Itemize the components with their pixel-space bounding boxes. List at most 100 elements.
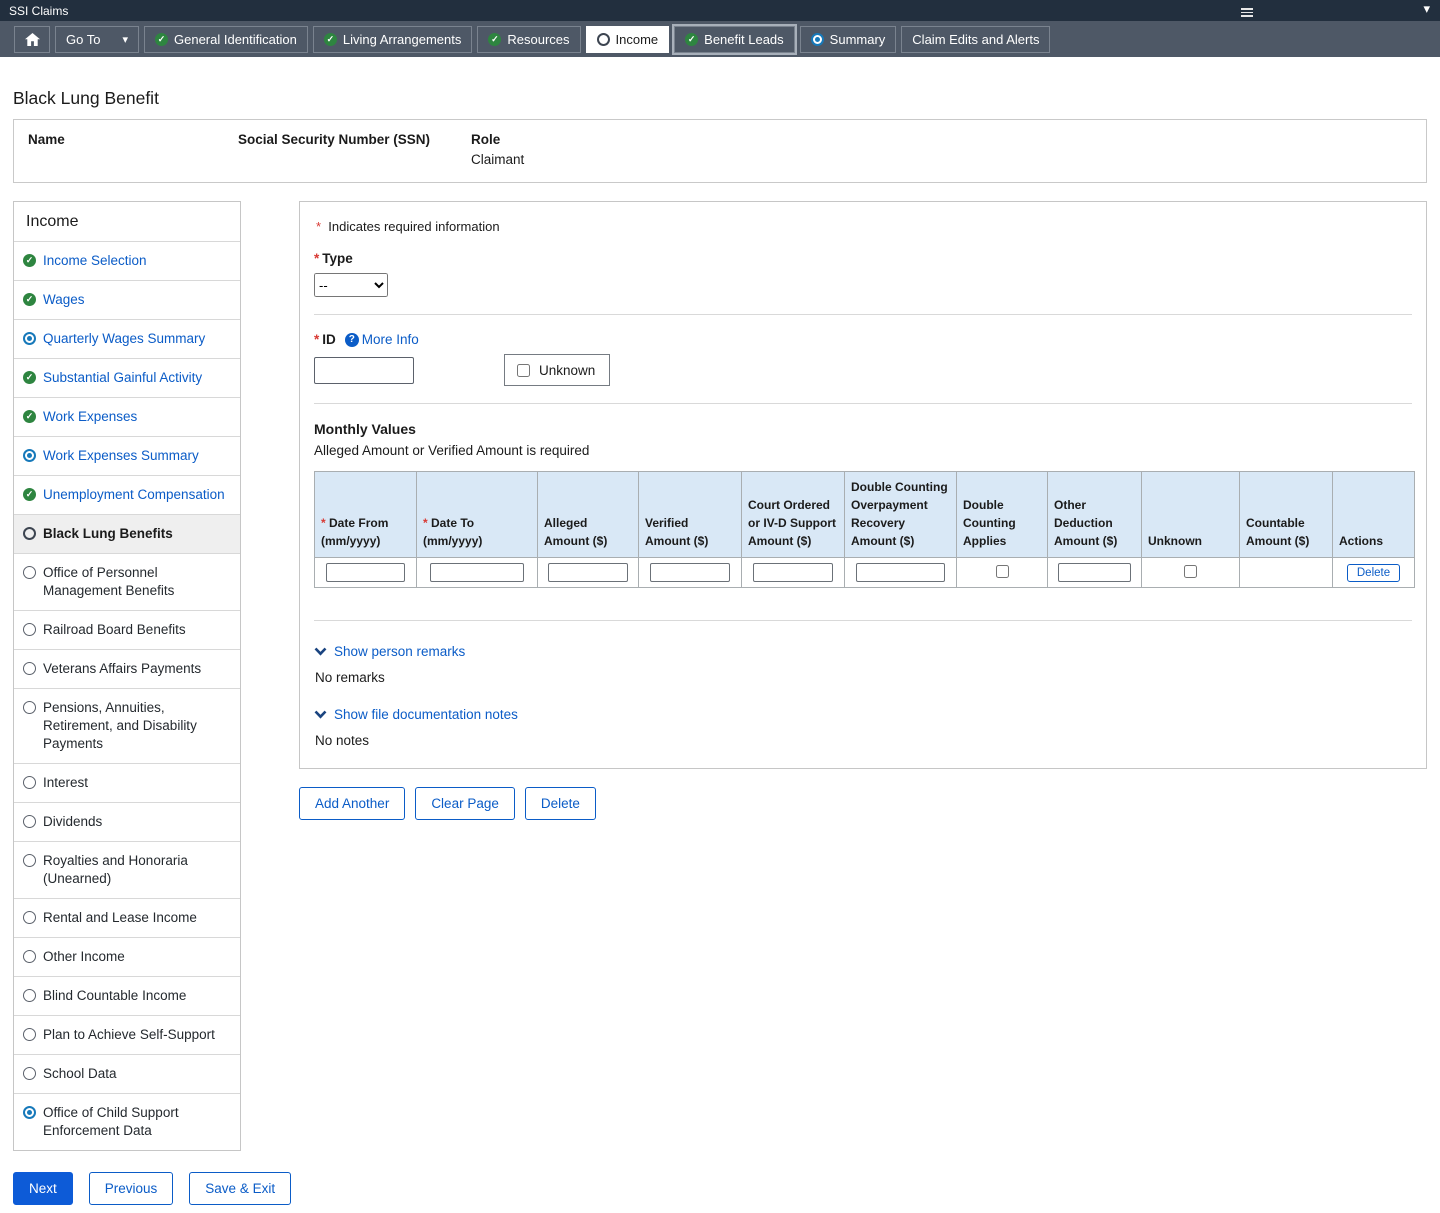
- check-circle-icon: ✓: [488, 32, 502, 46]
- sidebar-item-rental-and-lease-income[interactable]: Rental and Lease Income: [14, 898, 240, 937]
- row-delete-button[interactable]: Delete: [1346, 564, 1401, 582]
- menu-icon[interactable]: [1241, 6, 1253, 19]
- sidebar-item-school-data[interactable]: School Data: [14, 1054, 240, 1093]
- date-from-mm-yyyy-input[interactable]: [325, 563, 406, 582]
- sidebar-item-label: Pensions, Annuities, Retirement, and Dis…: [43, 700, 197, 751]
- goto-dropdown-button[interactable]: Go To ▾: [55, 25, 139, 53]
- show-file-documentation-notes-toggle[interactable]: Show file documentation notes: [314, 707, 518, 722]
- empty-circle-icon: [23, 776, 36, 789]
- sidebar-item-dividends[interactable]: Dividends: [14, 802, 240, 841]
- id-unknown-box[interactable]: Unknown: [504, 354, 611, 386]
- empty-circle-icon: [23, 815, 36, 828]
- column-header-verified-amount: Verified Amount ($): [638, 471, 742, 558]
- cell-date-from-mm-yyyy: [314, 557, 417, 588]
- cell-date-to-mm-yyyy: [416, 557, 538, 588]
- nav-tab-living-arrangements[interactable]: ✓ Living Arrangements: [312, 25, 473, 53]
- next-button[interactable]: Next: [13, 1172, 73, 1205]
- monthly-values-subtitle: Alleged Amount or Verified Amount is req…: [314, 443, 590, 458]
- target-circle-icon: [810, 32, 824, 46]
- monthly-values-table: * Date From (mm/yyyy) * Date To (mm/yyyy)…: [314, 471, 1415, 588]
- empty-circle-icon: [23, 1028, 36, 1041]
- sidebar-item-veterans-affairs-payments[interactable]: Veterans Affairs Payments: [14, 649, 240, 688]
- person-role-column: Role Claimant: [471, 132, 524, 168]
- column-header-date-from-mm-yyyy: * Date From (mm/yyyy): [314, 471, 417, 558]
- divider: [314, 403, 1412, 404]
- sidebar-item-label: Veterans Affairs Payments: [43, 661, 202, 676]
- verified-amount-input[interactable]: [649, 563, 731, 582]
- sidebar-item-black-lung-benefits[interactable]: Black Lung Benefits: [14, 514, 240, 553]
- empty-circle-icon: [23, 623, 36, 636]
- ssn-value: [238, 152, 471, 168]
- titlebar-caret-down-icon[interactable]: ▾: [1423, 1, 1430, 17]
- nav-tab-summary[interactable]: Summary: [799, 25, 897, 53]
- person-ssn-column: Social Security Number (SSN): [238, 132, 471, 168]
- id-input[interactable]: [314, 356, 414, 384]
- sidebar-item-interest[interactable]: Interest: [14, 763, 240, 802]
- sidebar-item-pensions-annuities-retirement-and-disability-payments[interactable]: Pensions, Annuities, Retirement, and Dis…: [14, 688, 240, 763]
- role-value: Claimant: [471, 152, 525, 167]
- type-label: * Type: [314, 251, 353, 266]
- sidebar-item-work-expenses-summary[interactable]: Work Expenses Summary: [14, 436, 240, 475]
- sidebar-item-plan-to-achieve-self-support[interactable]: Plan to Achieve Self-Support: [14, 1015, 240, 1054]
- nav-tab-benefit-leads[interactable]: ✓ Benefit Leads: [674, 25, 795, 53]
- nav-tab-income[interactable]: Income: [585, 25, 670, 53]
- nav-tab-label: Summary: [829, 31, 886, 47]
- sidebar-item-unemployment-compensation[interactable]: ✓ Unemployment Compensation: [14, 475, 240, 514]
- person-summary-box: Name Social Security Number (SSN) Role C…: [13, 119, 1427, 183]
- sidebar-item-blind-countable-income[interactable]: Blind Countable Income: [14, 976, 240, 1015]
- nav-tab-resources[interactable]: ✓ Resources: [477, 25, 581, 53]
- sidebar-item-office-of-personnel-management-benefits[interactable]: Office of Personnel Management Benefits: [14, 553, 240, 610]
- required-asterisk: *: [314, 251, 320, 266]
- check-circle-icon: ✓: [23, 254, 36, 267]
- previous-button[interactable]: Previous: [88, 1172, 174, 1205]
- more-info-question-icon[interactable]: ?: [344, 332, 359, 347]
- check-circle-icon: ✓: [23, 371, 36, 384]
- nav-tab-label: Income: [615, 31, 659, 47]
- home-icon: [24, 32, 40, 46]
- sidebar-item-substantial-gainful-activity[interactable]: ✓ Substantial Gainful Activity: [14, 358, 240, 397]
- sidebar-item-work-expenses[interactable]: ✓ Work Expenses: [14, 397, 240, 436]
- monthly-values-row: Delete: [314, 557, 1415, 588]
- sidebar-item-wages[interactable]: ✓ Wages: [14, 280, 240, 319]
- other-deduction-amount-input[interactable]: [1057, 563, 1132, 582]
- cell-countable-amount: [1239, 557, 1333, 588]
- id-label: ID: [322, 332, 336, 347]
- sidebar-item-label: Income Selection: [43, 253, 147, 268]
- sidebar-item-royalties-and-honoraria-unearned[interactable]: Royalties and Honoraria (Unearned): [14, 841, 240, 898]
- unknown-checkbox[interactable]: [1184, 564, 1197, 578]
- goto-label: Go To: [66, 31, 101, 47]
- home-button[interactable]: [14, 25, 50, 53]
- sidebar-item-office-of-child-support-enforcement-data[interactable]: Office of Child Support Enforcement Data: [14, 1093, 240, 1150]
- name-value: [28, 152, 238, 168]
- double-counting-overpayment-recovery-amount-input[interactable]: [856, 563, 945, 582]
- add-another-button[interactable]: Add Another: [299, 787, 406, 820]
- empty-circle-icon: [23, 989, 36, 1002]
- clear-page-button[interactable]: Clear Page: [415, 787, 515, 820]
- nav-tab-general-identification[interactable]: ✓ General Identification: [144, 25, 308, 53]
- sidebar-item-label: Rental and Lease Income: [43, 910, 197, 925]
- cell-actions: Delete: [1332, 557, 1415, 588]
- type-select[interactable]: --: [314, 273, 388, 297]
- sidebar-item-railroad-board-benefits[interactable]: Railroad Board Benefits: [14, 610, 240, 649]
- empty-circle-icon: [23, 950, 36, 963]
- divider: [314, 314, 1412, 315]
- date-to-mm-yyyy-input[interactable]: [430, 563, 524, 582]
- show-person-remarks-toggle[interactable]: Show person remarks: [314, 644, 465, 659]
- empty-circle-icon: [23, 911, 36, 924]
- check-circle-icon: ✓: [23, 488, 36, 501]
- alleged-amount-input[interactable]: [548, 563, 628, 582]
- nav-tab-claim-edits-and-alerts[interactable]: Claim Edits and Alerts: [901, 25, 1051, 53]
- more-info-link[interactable]: More Info: [362, 332, 419, 347]
- column-header-court-ordered-or-iv-d-support-amount: Court Ordered or IV-D Support Amount ($): [741, 471, 845, 558]
- sidebar-item-quarterly-wages-summary[interactable]: Quarterly Wages Summary: [14, 319, 240, 358]
- sidebar-item-other-income[interactable]: Other Income: [14, 937, 240, 976]
- required-asterisk: *: [316, 219, 322, 234]
- id-unknown-checkbox[interactable]: [517, 363, 530, 377]
- sidebar-item-income-selection[interactable]: ✓ Income Selection: [14, 241, 240, 280]
- save-exit-button[interactable]: Save & Exit: [189, 1172, 292, 1205]
- black-lung-benefit-panel: * Indicates required information * Type -…: [299, 201, 1427, 769]
- double-counting-applies-checkbox[interactable]: [995, 564, 1009, 578]
- court-ordered-or-iv-d-support-amount-input[interactable]: [752, 563, 834, 582]
- sidebar-item-label: Work Expenses Summary: [43, 448, 199, 463]
- delete-button[interactable]: Delete: [524, 787, 596, 820]
